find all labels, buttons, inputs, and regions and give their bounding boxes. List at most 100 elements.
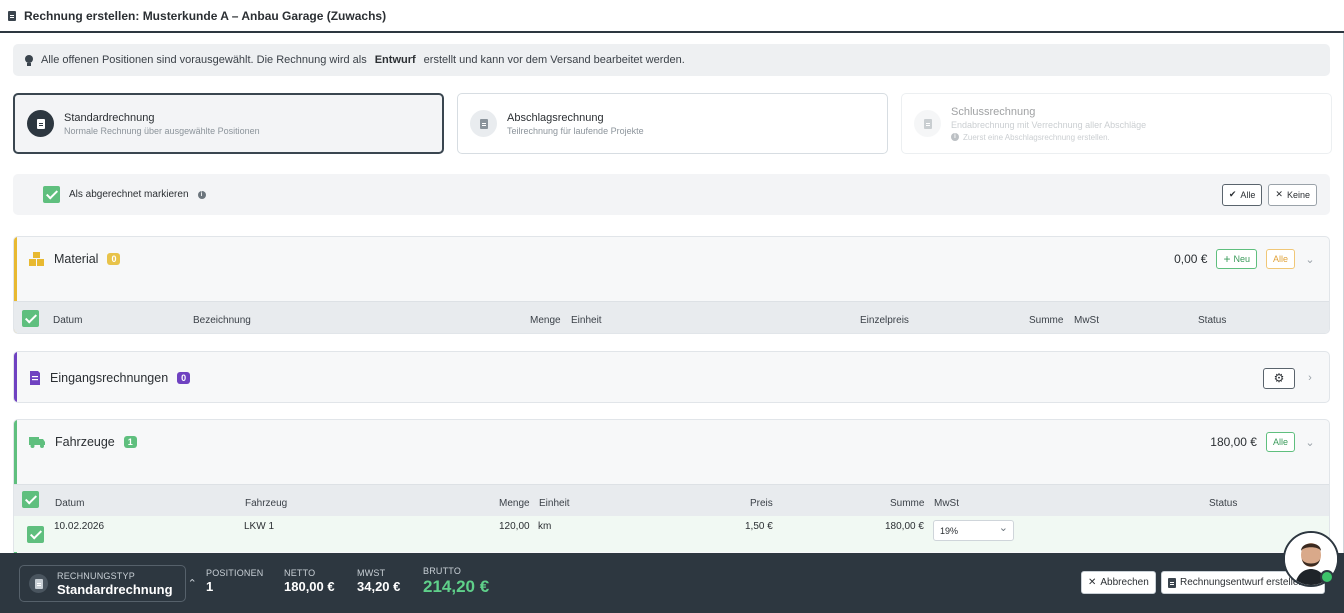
info-highlight: Entwurf — [374, 54, 416, 66]
mwst-label: MWST — [357, 568, 386, 578]
positions-summary: POSITIONEN 1 — [206, 568, 264, 594]
chevron-right-icon[interactable]: › — [1304, 372, 1316, 384]
row-sum: 180,00 € — [885, 521, 924, 532]
type-name: Schlussrechnung — [951, 105, 1036, 118]
info-icon[interactable]: i — [197, 190, 206, 199]
col-preis: Preis — [750, 498, 773, 509]
col-status: Status — [1198, 315, 1227, 326]
settings-button[interactable]: ⚙ — [1263, 367, 1295, 389]
type-desc: Normale Rechnung über ausgewählte Positi… — [64, 125, 260, 136]
fahrzeuge-actions: 180,00 € Alle ⌄ — [1210, 432, 1316, 452]
material-table-header: Datum Bezeichnung Menge Einheit Einzelpr… — [14, 301, 1329, 333]
add-material-button[interactable]: + Neu — [1216, 249, 1257, 269]
document-icon — [29, 574, 48, 593]
netto-label: NETTO — [284, 568, 316, 578]
fahrzeuge-select-all-checkbox[interactable] — [22, 491, 39, 508]
type-desc: Endabrechnung mit Verrechnung aller Absc… — [951, 119, 1147, 130]
material-select-all-checkbox[interactable] — [22, 310, 39, 327]
create-label: Rechnungsentwurf erstellen — [1180, 577, 1304, 588]
chevron-up-icon: ⌃ — [187, 578, 197, 590]
eingang-header[interactable]: Eingangsrechnungen 0 ⚙ › — [14, 352, 1329, 402]
select-all-button[interactable]: ✔ Alle — [1221, 183, 1263, 206]
eingang-actions: ⚙ › — [1263, 367, 1316, 389]
col-datum: Datum — [55, 498, 85, 509]
info-text-end: erstellt und kann vor dem Versand bearbe… — [423, 54, 685, 66]
chevron-down-icon[interactable]: ⌄ — [1304, 253, 1316, 266]
fahrzeuge-section: Fahrzeuge 1 180,00 € Alle ⌄ Datum Fahrze… — [13, 419, 1330, 559]
brutto-summary: BRUTTO 214,20 € — [423, 566, 489, 597]
summary-footer: RECHNUNGSTYP Standardrechnung ⌃ POSITION… — [0, 553, 1344, 613]
col-status: Status — [1209, 498, 1238, 509]
info-banner: Alle offenen Positionen sind vorausgewäh… — [13, 44, 1330, 76]
type-name: Abschlagsrechnung — [507, 111, 604, 124]
document-icon — [27, 110, 54, 137]
lightbulb-icon — [25, 54, 33, 66]
online-status-dot — [1320, 570, 1334, 584]
x-icon: ✕ — [1088, 577, 1097, 588]
select-none-button[interactable]: ✕ Keine — [1268, 183, 1317, 206]
gear-icon: ⚙ — [1273, 371, 1285, 385]
count-badge: 1 — [123, 436, 137, 448]
type-card-schluss: Schlussrechnung Endabrechnung mit Verrec… — [901, 93, 1332, 154]
select-all-label: Alle — [1240, 189, 1256, 200]
type-card-abschlag[interactable]: Abschlagsrechnung Teilrechnung für laufe… — [457, 93, 888, 154]
col-menge: Menge — [530, 315, 561, 326]
row-date: 10.02.2026 — [54, 521, 105, 532]
mark-billed-checkbox[interactable] — [43, 186, 60, 203]
window-titlebar: Rechnung erstellen: Musterkunde A – Anba… — [0, 0, 1344, 33]
chevron-down-icon[interactable]: ⌄ — [1304, 436, 1316, 449]
brutto-value: 214,20 € — [423, 577, 490, 596]
col-einheit: Einheit — [571, 315, 602, 326]
col-mwst: MwSt — [934, 498, 959, 509]
section-title: Material — [54, 252, 99, 266]
add-label: Neu — [1233, 254, 1250, 264]
mark-billed-label: Als abgerechnet markieren — [69, 189, 189, 200]
count-badge: 0 — [177, 372, 191, 384]
material-section: Material 0 0,00 € + Neu Alle ⌄ Datum Bez… — [13, 236, 1330, 334]
document-icon — [914, 110, 941, 137]
row-price: 1,50 € — [745, 521, 773, 532]
section-title: Eingangsrechnungen — [50, 371, 169, 385]
boxes-icon — [29, 252, 44, 266]
type-card-standard[interactable]: Standardrechnung Normale Rechnung über a… — [13, 93, 444, 154]
section-stripe — [14, 352, 17, 402]
invoice-type-dropdown[interactable]: RECHNUNGSTYP Standardrechnung ⌃ — [19, 565, 197, 602]
material-select-all[interactable]: Alle — [1265, 249, 1295, 269]
col-menge: Menge — [499, 498, 530, 509]
positions-label: POSITIONEN — [206, 568, 264, 578]
info-icon: i — [951, 133, 959, 141]
netto-value: 180,00 € — [284, 579, 335, 594]
row-checkbox[interactable] — [27, 526, 44, 543]
section-amount: 180,00 € — [1210, 435, 1257, 449]
col-datum: Datum — [53, 315, 83, 326]
col-summe: Summe — [890, 498, 925, 509]
material-header[interactable]: Material 0 0,00 € + Neu Alle ⌄ — [14, 237, 1329, 281]
select-all-label: Alle — [1272, 437, 1288, 447]
col-einheit: Einheit — [539, 498, 570, 509]
type-value: Standardrechnung — [57, 581, 173, 597]
fahrzeuge-header[interactable]: Fahrzeuge 1 180,00 € Alle ⌄ — [14, 420, 1329, 464]
window-title: Rechnung erstellen: Musterkunde A – Anba… — [24, 8, 387, 23]
type-hint-text: Zuerst eine Abschlagsrechnung erstellen. — [963, 132, 1110, 142]
mark-billed-bar: Als abgerechnet markieren i ✔ Alle ✕ Kei… — [13, 174, 1330, 215]
plus-icon: + — [1223, 252, 1231, 266]
vat-select[interactable]: 19% — [933, 518, 1014, 541]
document-icon — [1168, 577, 1176, 588]
eingang-section: Eingangsrechnungen 0 ⚙ › — [13, 351, 1330, 403]
fahrzeuge-table-header: Datum Fahrzeug Menge Einheit Preis Summe… — [14, 484, 1329, 516]
cancel-label: Abbrechen — [1100, 577, 1149, 588]
mwst-value: 34,20 € — [357, 579, 401, 594]
fahrzeuge-select-all[interactable]: Alle — [1265, 432, 1295, 452]
col-fahrzeug: Fahrzeug — [245, 498, 288, 509]
cancel-button[interactable]: ✕ Abbrechen — [1081, 571, 1156, 594]
x-icon: ✕ — [1275, 189, 1283, 199]
select-all-label: Alle — [1272, 254, 1288, 264]
table-row[interactable]: 10.02.2026 LKW 1 120,00 km 1,50 € 180,00… — [14, 516, 1329, 552]
invoice-type-selector: Standardrechnung Normale Rechnung über a… — [13, 93, 1332, 154]
double-check-icon: ✔ — [1228, 189, 1237, 199]
select-buttons: ✔ Alle ✕ Keine — [1221, 183, 1317, 206]
type-name: Standardrechnung — [64, 111, 155, 124]
receipt-icon — [30, 371, 40, 385]
row-qty: 120,00 — [499, 521, 530, 532]
type-label: RECHNUNGSTYP — [57, 570, 135, 581]
